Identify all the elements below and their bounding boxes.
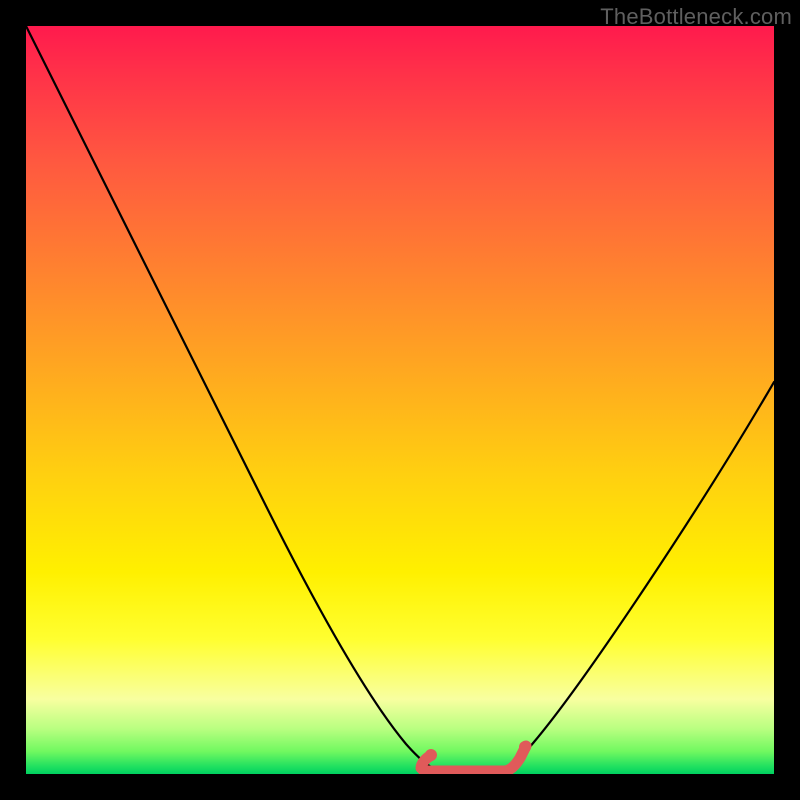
chart-frame: TheBottleneck.com (0, 0, 800, 800)
highlight-end-dot (519, 741, 531, 753)
optimal-range-highlight (421, 746, 526, 771)
highlight-start-dot (425, 749, 437, 761)
bottleneck-curve (26, 26, 774, 768)
plot-area (26, 26, 774, 774)
curve-svg (26, 26, 774, 774)
watermark-text: TheBottleneck.com (600, 4, 792, 30)
